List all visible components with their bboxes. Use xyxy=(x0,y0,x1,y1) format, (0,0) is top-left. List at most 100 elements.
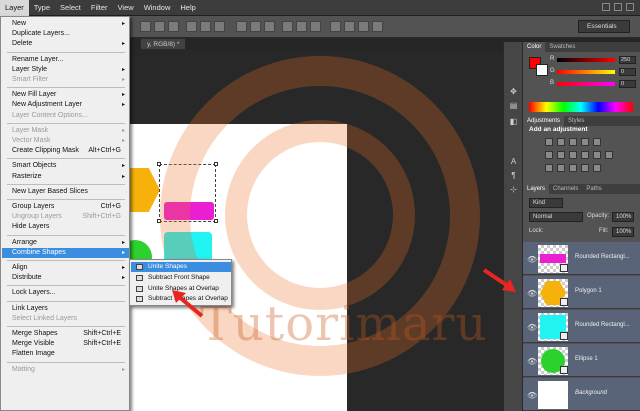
history-icon[interactable]: ▤ xyxy=(508,100,519,111)
menu-item-ungroup-layers[interactable]: Ungroup Layers Shift+Ctrl+G xyxy=(2,212,129,222)
tab-paths[interactable]: Paths xyxy=(582,184,605,194)
blue-value[interactable]: 0 xyxy=(619,80,636,88)
curves-icon[interactable] xyxy=(569,138,577,146)
layer-name[interactable]: Ellipse 1 xyxy=(575,356,598,362)
tab-adjustments[interactable]: Adjustments xyxy=(523,116,565,126)
hue-saturation-icon[interactable] xyxy=(545,151,553,159)
exposure-icon[interactable] xyxy=(581,138,589,146)
red-slider[interactable] xyxy=(557,58,615,62)
workspace-select[interactable]: Essentials xyxy=(578,20,630,33)
background-color-swatch[interactable] xyxy=(536,64,548,76)
menu-item-merge-shapes[interactable]: Merge Shapes Shift+Ctrl+E xyxy=(2,329,129,339)
menu-item-rename-layer[interactable]: Rename Layer... xyxy=(2,55,129,65)
submenu-item-unite-shapes[interactable]: Unite Shapes xyxy=(131,262,231,272)
layer-row[interactable]: 👁 Polygon 1 xyxy=(523,276,640,309)
menu-item-link-layers[interactable]: Link Layers xyxy=(2,304,129,314)
3d-pan-icon[interactable] xyxy=(372,21,383,32)
layer-row[interactable]: 👁 Rounded Rectangl... xyxy=(523,242,640,275)
layer-row[interactable]: 👁 Background xyxy=(523,378,640,411)
menu-item-new-fill-layer[interactable]: New Fill Layer ▸ xyxy=(2,90,129,100)
tab-swatches[interactable]: Swatches xyxy=(545,42,579,52)
layer-thumbnail[interactable] xyxy=(538,381,568,409)
maximize-icon[interactable] xyxy=(614,3,622,11)
layer-thumbnail[interactable] xyxy=(538,245,568,273)
selective-color-icon[interactable] xyxy=(581,164,589,172)
menu-item-create-clipping-mask[interactable]: Create Clipping Mask Alt+Ctrl+G xyxy=(2,146,129,156)
color-spectrum[interactable] xyxy=(529,102,633,112)
menu-item-align[interactable]: Align ▸ xyxy=(2,263,129,273)
menu-item-group-layers[interactable]: Group Layers Ctrl+G xyxy=(2,202,129,212)
menu-item-layer-mask[interactable]: Layer Mask ▸ xyxy=(2,126,129,136)
black-white-icon[interactable] xyxy=(569,151,577,159)
green-value[interactable]: 0 xyxy=(619,68,636,76)
submenu-item-subtract-front-shape[interactable]: Subtract Front Shape xyxy=(131,273,231,283)
menu-item-new-layer-based-slices[interactable]: New Layer Based Slices xyxy=(2,187,129,197)
layer-name[interactable]: Rounded Rectangl... xyxy=(575,322,630,328)
visibility-eye-icon[interactable]: 👁 xyxy=(527,391,537,400)
menu-help[interactable]: Help xyxy=(175,0,200,16)
menu-item-smart-filter[interactable]: Smart Filter ▸ xyxy=(2,75,129,85)
menu-item-combine-shapes[interactable]: Combine Shapes ▸ xyxy=(2,247,129,258)
menu-item-select-linked-layers[interactable]: Select Linked Layers xyxy=(2,314,129,324)
threshold-icon[interactable] xyxy=(569,164,577,172)
visibility-eye-icon[interactable]: 👁 xyxy=(527,323,537,332)
color-lookup-icon[interactable] xyxy=(605,151,613,159)
menu-item-smart-objects[interactable]: Smart Objects ▸ xyxy=(2,161,129,171)
align-bottom-icon[interactable] xyxy=(214,21,225,32)
fill-input[interactable]: 100% xyxy=(612,227,634,237)
menu-item-delete[interactable]: Delete ▸ xyxy=(2,39,129,49)
distribute-middle-icon[interactable] xyxy=(250,21,261,32)
brightness-contrast-icon[interactable] xyxy=(545,138,553,146)
photo-filter-icon[interactable] xyxy=(581,151,589,159)
layer-thumbnail[interactable] xyxy=(538,279,568,307)
menu-type[interactable]: Type xyxy=(29,0,55,16)
menu-item-merge-visible[interactable]: Merge Visible Shift+Ctrl+E xyxy=(2,339,129,349)
align-left-icon[interactable] xyxy=(140,21,151,32)
menu-item-layer-content-options[interactable]: Layer Content Options... xyxy=(2,111,129,121)
type-tool-icon[interactable]: A xyxy=(508,156,519,167)
green-slider[interactable] xyxy=(557,70,615,74)
posterize-icon[interactable] xyxy=(557,164,565,172)
menu-item-distribute[interactable]: Distribute ▸ xyxy=(2,273,129,283)
swatch-icon[interactable]: ◧ xyxy=(508,116,519,127)
brush-icon[interactable]: ⊹ xyxy=(508,184,519,195)
align-right-icon[interactable] xyxy=(168,21,179,32)
3d-rotate-icon[interactable] xyxy=(344,21,355,32)
distribute-right-icon[interactable] xyxy=(310,21,321,32)
menu-filter[interactable]: Filter xyxy=(86,0,113,16)
distribute-top-icon[interactable] xyxy=(236,21,247,32)
minimize-icon[interactable] xyxy=(602,3,610,11)
menu-item-arrange[interactable]: Arrange ▸ xyxy=(2,238,129,248)
layer-name[interactable]: Background xyxy=(575,390,607,396)
menu-item-hide-layers[interactable]: Hide Layers xyxy=(2,222,129,232)
channel-mixer-icon[interactable] xyxy=(593,151,601,159)
tab-channels[interactable]: Channels xyxy=(549,184,582,194)
gradient-map-icon[interactable] xyxy=(593,164,601,172)
invert-icon[interactable] xyxy=(545,164,553,172)
3d-roll-icon[interactable] xyxy=(358,21,369,32)
menu-item-matting[interactable]: Matting ▸ xyxy=(2,365,129,375)
document-tab[interactable]: y, RGB/8) * xyxy=(140,38,187,50)
align-middle-icon[interactable] xyxy=(200,21,211,32)
layer-thumbnail[interactable] xyxy=(538,347,568,375)
visibility-eye-icon[interactable]: 👁 xyxy=(527,357,537,366)
menu-view[interactable]: View xyxy=(113,0,139,16)
layer-row[interactable]: 👁 Rounded Rectangl... xyxy=(523,310,640,343)
levels-icon[interactable] xyxy=(557,138,565,146)
layer-thumbnail[interactable] xyxy=(538,313,568,341)
menu-item-layer-style[interactable]: Layer Style ▸ xyxy=(2,65,129,75)
distribute-bottom-icon[interactable] xyxy=(264,21,275,32)
align-top-icon[interactable] xyxy=(186,21,197,32)
visibility-eye-icon[interactable]: 👁 xyxy=(527,289,537,298)
move-tool-icon[interactable]: ✥ xyxy=(508,86,519,97)
visibility-eye-icon[interactable]: 👁 xyxy=(527,255,537,264)
align-center-icon[interactable] xyxy=(154,21,165,32)
distribute-center-icon[interactable] xyxy=(296,21,307,32)
menu-item-lock-layers[interactable]: Lock Layers... xyxy=(2,288,129,298)
tab-color[interactable]: Color xyxy=(523,42,546,52)
layer-row[interactable]: 👁 Ellipse 1 xyxy=(523,344,640,377)
menu-item-new[interactable]: New ▸ xyxy=(2,19,129,29)
distribute-left-icon[interactable] xyxy=(282,21,293,32)
tab-styles[interactable]: Styles xyxy=(564,116,588,126)
transform-handle[interactable] xyxy=(157,162,161,166)
